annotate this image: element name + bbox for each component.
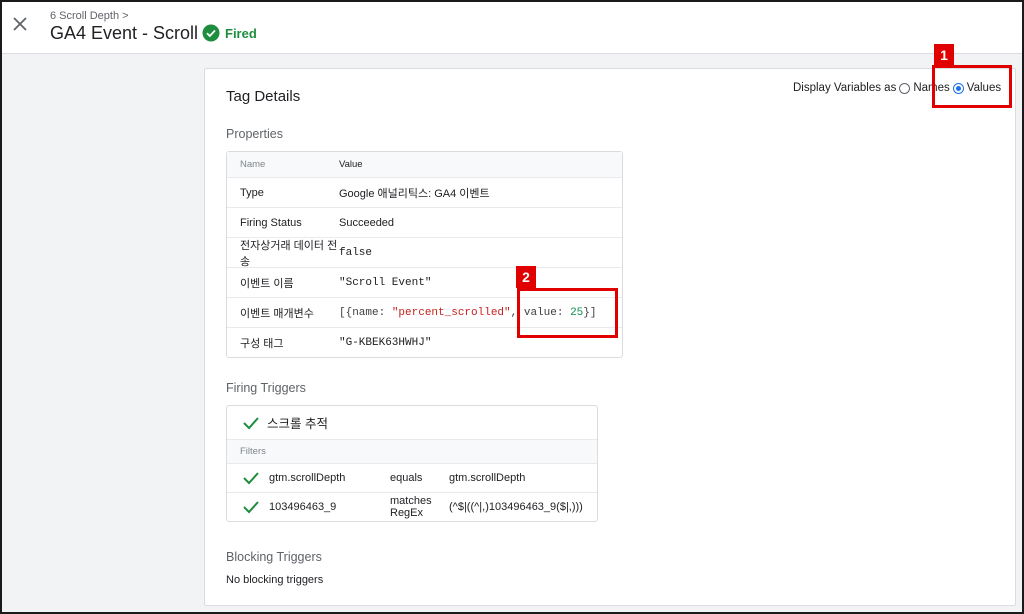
filter-value: (^$|((^|,)103496463_9($|,))) <box>449 501 583 513</box>
filter-row: 103496463_9 matches RegEx (^$|((^|,)1034… <box>227 492 597 521</box>
property-value: Succeeded <box>339 216 395 229</box>
annotation-box-2 <box>517 288 618 338</box>
firing-triggers-table: 스크롤 추적 Filters gtm.scrollDepth equals gt… <box>226 405 598 522</box>
trigger-name[interactable]: 스크롤 추적 <box>267 413 328 432</box>
annotation-badge-2: 2 <box>516 266 536 288</box>
property-name: 이벤트 매개변수 <box>240 307 314 320</box>
annotation-badge-1: 1 <box>934 44 954 66</box>
filter-value: gtm.scrollDepth <box>449 472 526 484</box>
firing-triggers-title: Firing Triggers <box>226 381 306 395</box>
property-value: "G-KBEK63HWHJ" <box>339 336 432 349</box>
close-button[interactable] <box>8 12 32 36</box>
header: 6 Scroll Depth > GA4 Event - Scroll Fire… <box>2 2 1022 54</box>
no-blocking-triggers-text: No blocking triggers <box>226 574 324 586</box>
check-icon <box>243 501 259 514</box>
filters-header: Filters <box>227 439 597 463</box>
table-header: Name Value <box>227 152 622 177</box>
property-value: "Scroll Event" <box>339 276 432 289</box>
filter-row: gtm.scrollDepth equals gtm.scrollDepth <box>227 463 597 492</box>
page-title: GA4 Event - Scroll <box>50 23 199 43</box>
column-header-name: Name <box>240 159 266 170</box>
filter-variable: gtm.scrollDepth <box>269 472 346 484</box>
param-name-string: "percent_scrolled" <box>391 306 511 319</box>
property-name: 구성 태그 <box>240 337 284 350</box>
property-value: false <box>339 246 373 259</box>
property-name: Firing Status <box>240 216 302 229</box>
filter-operator: equals <box>390 472 423 484</box>
blocking-triggers-title: Blocking Triggers <box>226 550 322 564</box>
status-label: Fired <box>225 25 257 41</box>
close-icon <box>13 17 27 31</box>
display-variables-label: Display Variables as <box>793 82 897 94</box>
filter-operator: matches RegEx <box>390 495 432 519</box>
trigger-header[interactable]: 스크롤 추적 <box>227 406 597 439</box>
table-row: Type Google 애널리틱스: GA4 이벤트 <box>227 177 622 207</box>
card-title: Tag Details <box>226 88 301 105</box>
table-row: Firing Status Succeeded <box>227 207 622 237</box>
param-prefix: [{name: <box>339 306 392 319</box>
check-circle-icon <box>202 24 220 42</box>
breadcrumb[interactable]: 6 Scroll Depth > <box>50 10 129 22</box>
check-icon <box>243 472 259 485</box>
property-name: 전자상거래 데이터 전송 <box>240 239 338 268</box>
check-icon <box>243 416 259 429</box>
property-value: Google 애널리틱스: GA4 이벤트 <box>339 187 490 200</box>
column-header-value: Value <box>339 159 363 170</box>
annotation-box-1 <box>932 65 1012 108</box>
properties-title: Properties <box>226 127 283 141</box>
names-radio[interactable] <box>899 82 911 94</box>
property-name: 이벤트 이름 <box>240 277 294 290</box>
property-name: Type <box>240 186 264 199</box>
table-row: 전자상거래 데이터 전송 false <box>227 237 622 268</box>
status-badge: Fired <box>202 24 257 42</box>
filter-variable: 103496463_9 <box>269 501 337 513</box>
app-frame: 6 Scroll Depth > GA4 Event - Scroll Fire… <box>0 0 1024 614</box>
